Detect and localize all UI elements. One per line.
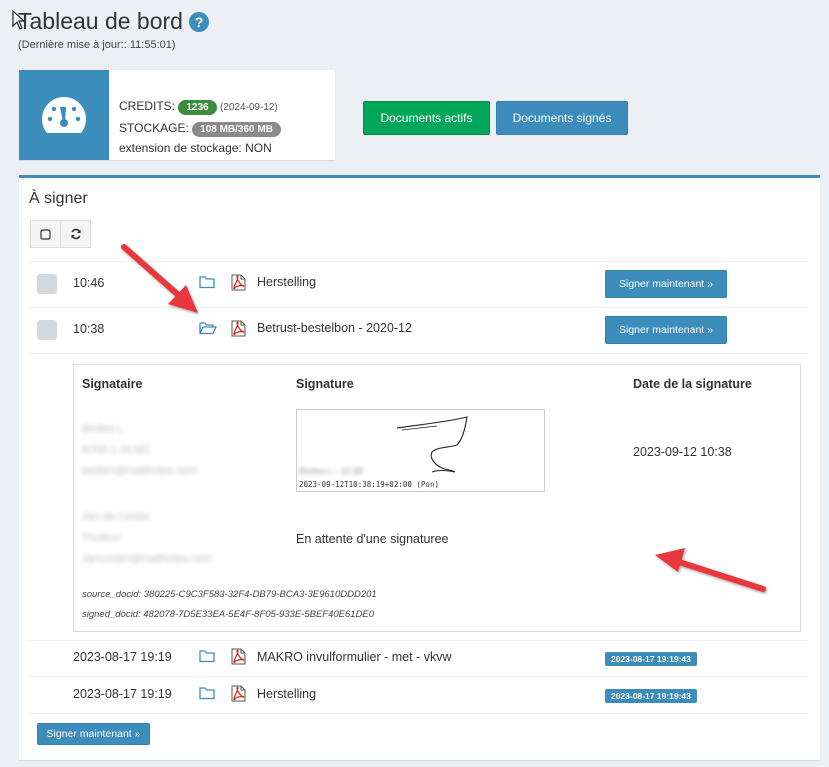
- pending-document-row: 10:38 Betrust-bestelbon - 2020-12 Signer…: [29, 307, 809, 353]
- signed-document-row: 2023-08-17 19:19 Herstelling 2023-08-17 …: [29, 675, 809, 711]
- row-checkbox[interactable]: [37, 320, 57, 340]
- select-all-button[interactable]: [30, 220, 61, 248]
- folder-closed-icon[interactable]: [199, 649, 215, 663]
- pdf-file-icon[interactable]: [231, 648, 246, 665]
- signer-2-company: Thuisco: [82, 532, 121, 544]
- signer-1-name: Bedea L: [82, 423, 123, 435]
- sign-now-button[interactable]: Signer maintenant »: [605, 316, 727, 344]
- row-time: 10:38: [73, 322, 105, 336]
- pdf-file-icon[interactable]: [231, 274, 246, 291]
- page-header: Tableau de bord ? (Dernière mise à jour:…: [18, 8, 209, 51]
- account-info-box: CREDITS: 1236 (2024-09-12) STOCKAGE: 108…: [19, 70, 335, 160]
- last-update-text: (Dernière mise à jour:: 11:55:01): [18, 39, 176, 51]
- panel-title: À signer: [29, 190, 88, 207]
- document-name[interactable]: MAKRO invulformulier - met - vkvw: [257, 650, 451, 664]
- row-time: 10:46: [73, 276, 105, 290]
- pending-document-row: 10:46 Herstelling Signer maintenant »: [29, 261, 809, 307]
- source-docid: source_docid: 380225-C9C3F583-32F4-DB79-…: [82, 589, 377, 600]
- signature-column-header: Signature: [296, 377, 354, 391]
- checkbox-empty-icon: [40, 228, 51, 240]
- document-name[interactable]: Betrust-bestelbon - 2020-12: [257, 321, 412, 335]
- help-icon[interactable]: ?: [188, 11, 209, 32]
- refresh-icon: [70, 228, 81, 240]
- sign-now-button[interactable]: Signer maintenant »: [605, 270, 727, 298]
- signature-detail-panel: Signataire Signature Date de la signatur…: [73, 364, 801, 632]
- page-title-text: Tableau de bord: [18, 8, 183, 34]
- signer-2-email: Jancoster@mailhotes.com: [82, 553, 212, 565]
- refresh-button[interactable]: [60, 220, 91, 248]
- document-name[interactable]: Herstelling: [257, 275, 316, 289]
- signed-document-row: 2023-08-17 19:19 MAKRO invulformulier - …: [29, 638, 809, 674]
- signed-date-badge: 2023-08-17 19:19:43: [605, 689, 697, 703]
- storage-extension-text: extension de stockage: NON: [119, 141, 272, 155]
- row-checkbox[interactable]: [37, 274, 57, 294]
- signer-2-name: Jan de Coster: [82, 511, 151, 523]
- signature-stamp-name: Bedea L - 10:38: [299, 466, 363, 476]
- storage-line: STOCKAGE: 108 MB/360 MB: [119, 118, 281, 138]
- signature-image: Bedea L - 10:38 2023-09-12T10:38:19+02:0…: [296, 409, 545, 492]
- signer-column-header: Signataire: [82, 377, 143, 391]
- pdf-file-icon[interactable]: [231, 320, 246, 337]
- credits-date: (2024-09-12): [219, 102, 278, 113]
- handwritten-signature-icon: [396, 416, 468, 473]
- page-title: Tableau de bord ?: [18, 8, 209, 35]
- storage-badge: 108 MB/360 MB: [192, 122, 281, 137]
- folder-closed-icon[interactable]: [199, 275, 215, 289]
- signer-2-info: Jan de Coster Thuisco Jancoster@mailhote…: [82, 507, 212, 570]
- signature-date-column-header: Date de la signature: [633, 377, 752, 391]
- document-name[interactable]: Herstelling: [257, 687, 316, 701]
- credits-label: CREDITS:: [119, 99, 176, 113]
- credits-line: CREDITS: 1236 (2024-09-12): [119, 96, 281, 118]
- folder-closed-icon[interactable]: [199, 686, 215, 700]
- info-content: CREDITS: 1236 (2024-09-12) STOCKAGE: 108…: [109, 70, 281, 160]
- active-documents-button[interactable]: Documents actifs: [363, 101, 490, 135]
- pdf-file-icon[interactable]: [231, 685, 246, 702]
- storage-label: STOCKAGE:: [119, 121, 189, 135]
- dashboard-gauge-icon: [42, 97, 86, 133]
- row-datetime: 2023-08-17 19:19: [73, 650, 172, 664]
- folder-open-icon[interactable]: [199, 321, 217, 335]
- info-icon-container: [19, 70, 109, 160]
- panel-toolbar: [30, 220, 91, 248]
- signed-documents-button[interactable]: Documents signés: [496, 101, 628, 135]
- to-sign-panel: À signer 10:46 Herstelling Signer mainte…: [19, 175, 820, 760]
- sign-now-bulk-button[interactable]: Signer maintenant »: [37, 723, 150, 745]
- row-divider: [29, 713, 809, 714]
- signature-timestamp: 2023-09-12T10:38:19+02:00 (Pon): [299, 480, 439, 489]
- signed-docid: signed_docid: 482078-7D5E33EA-5E4F-8F05-…: [82, 609, 375, 620]
- signer-1-info: Bedea L B769 1 DLMC bedlen@mailhotes.com: [82, 419, 197, 482]
- pending-signature-status: En attente d'une signaturee: [296, 532, 449, 546]
- signer-1-company: B769 1 DLMC: [82, 444, 152, 456]
- row-divider: [29, 353, 809, 354]
- credits-badge: 1236: [178, 100, 217, 115]
- signer-1-email: bedlen@mailhotes.com: [82, 465, 198, 477]
- signature-date: 2023-09-12 10:38: [633, 445, 732, 459]
- row-datetime: 2023-08-17 19:19: [73, 687, 172, 701]
- signed-date-badge: 2023-08-17 19:19:43: [605, 652, 697, 666]
